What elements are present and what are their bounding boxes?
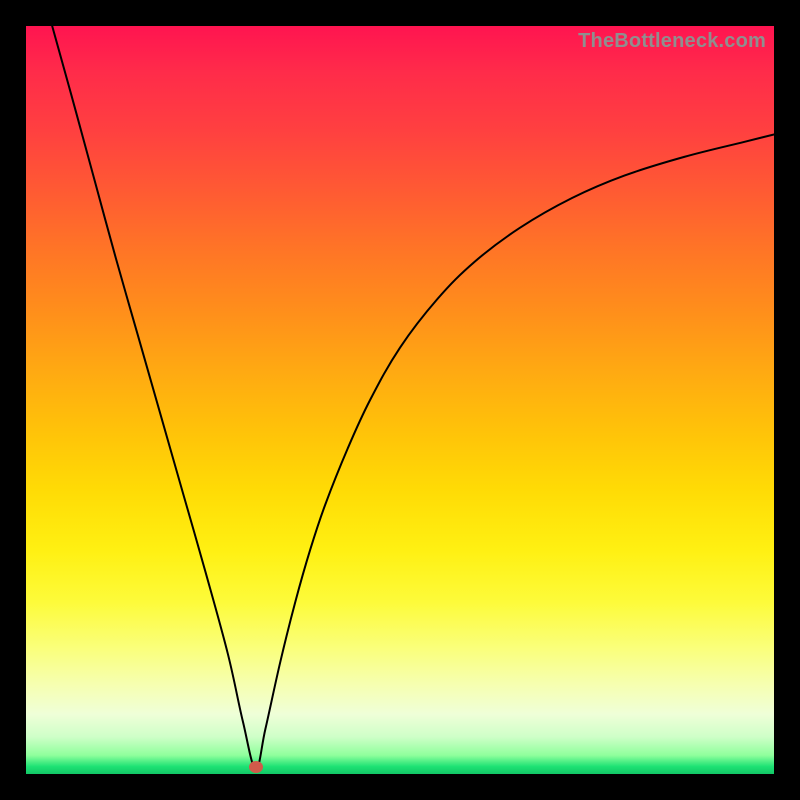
curve-svg	[26, 26, 774, 774]
chart-frame: TheBottleneck.com	[0, 0, 800, 800]
optimal-point-marker	[249, 761, 263, 773]
plot-area: TheBottleneck.com	[26, 26, 774, 774]
bottleneck-curve	[52, 26, 774, 769]
